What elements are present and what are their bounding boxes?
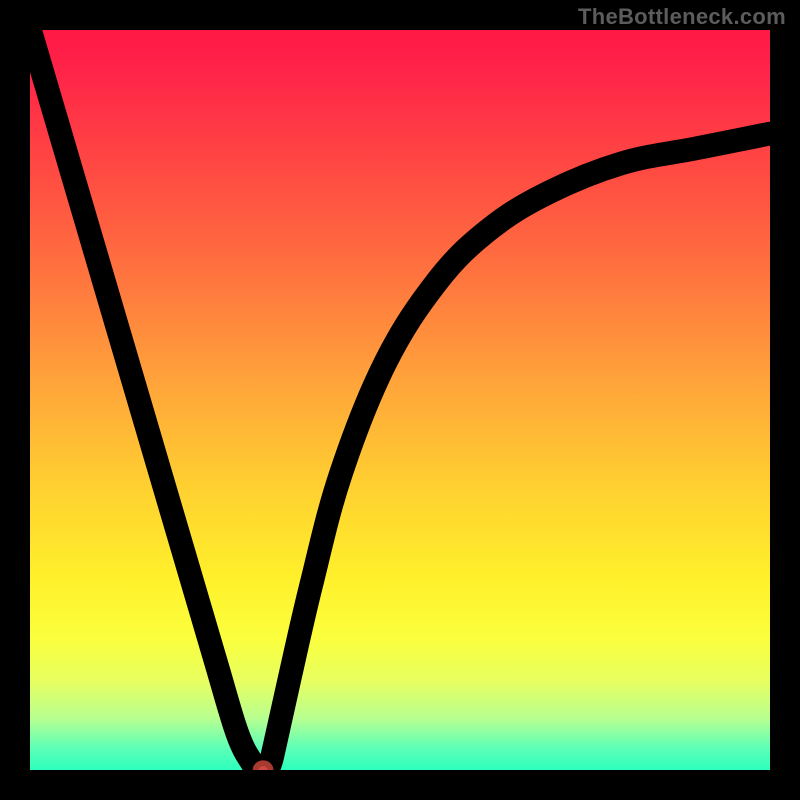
curve-svg: [30, 30, 770, 770]
min-point-marker: [256, 763, 271, 770]
chart-frame: TheBottleneck.com: [0, 0, 800, 800]
bottleneck-curve: [30, 30, 770, 770]
watermark-text: TheBottleneck.com: [578, 4, 786, 30]
plot-area: [30, 30, 770, 770]
